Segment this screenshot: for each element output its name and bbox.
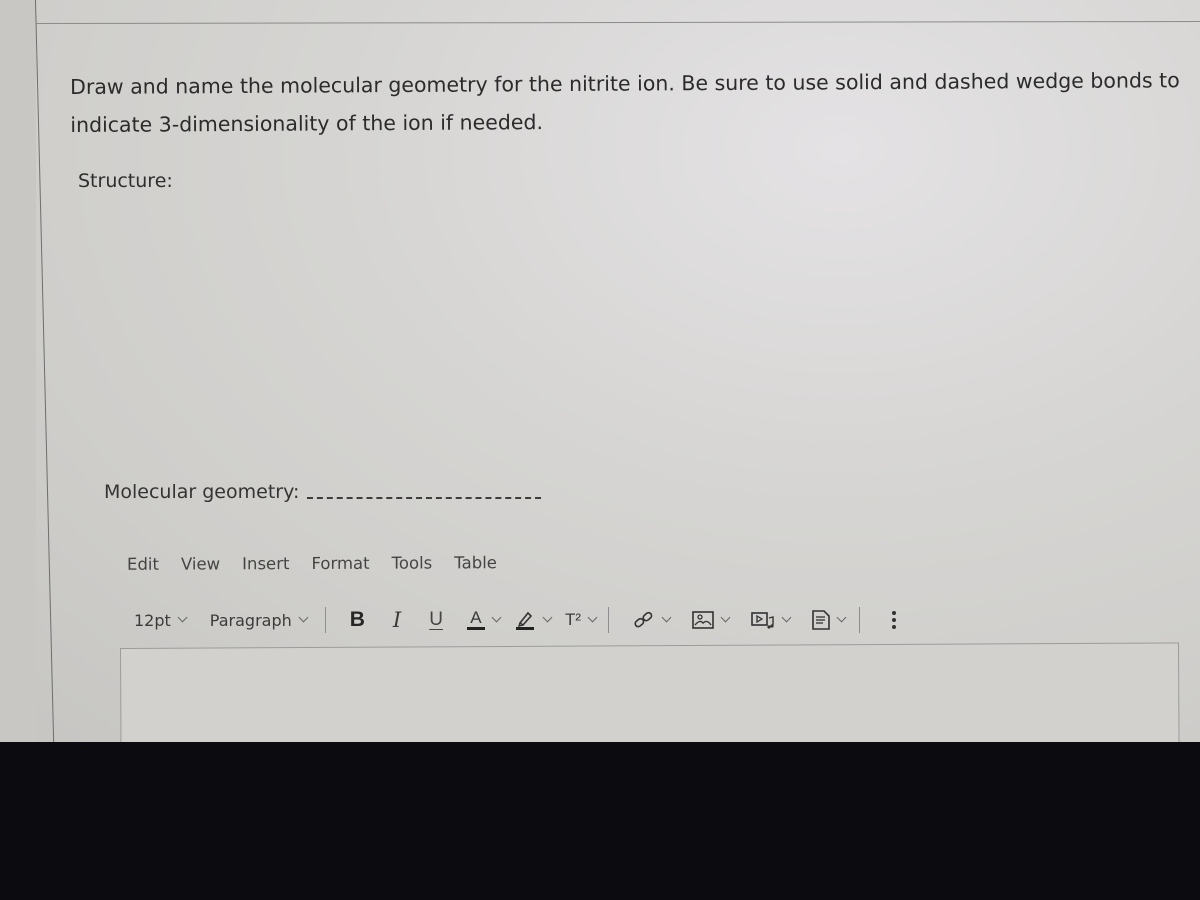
chevron-down-icon <box>720 612 731 623</box>
block-format-value: Paragraph <box>209 610 292 630</box>
chevron-down-icon <box>491 612 502 623</box>
more-options-dot <box>892 618 896 622</box>
editor-menubar: Edit View Insert Format Tools Table <box>127 553 497 574</box>
chevron-down-icon <box>836 612 847 623</box>
chevron-down-icon <box>587 612 598 623</box>
image-button[interactable] <box>692 610 731 630</box>
underline-button[interactable]: U <box>429 609 443 631</box>
menu-edit[interactable]: Edit <box>127 555 159 574</box>
text-color-glyph: A <box>470 607 482 627</box>
answer-blank <box>307 497 542 499</box>
superscript-icon: T² <box>564 610 581 629</box>
more-options-icon <box>892 611 896 615</box>
italic-button[interactable]: I <box>393 608 401 632</box>
text-color-button[interactable]: A <box>466 607 502 630</box>
more-options-dot <box>892 625 896 629</box>
toolbar-separator <box>859 607 860 633</box>
link-button[interactable] <box>633 609 672 631</box>
block-format-dropdown[interactable]: Paragraph <box>209 610 309 630</box>
structure-label: Structure: <box>78 170 173 192</box>
chevron-down-icon <box>781 612 792 623</box>
toolbar-separator <box>324 607 326 633</box>
document-button[interactable] <box>812 610 847 630</box>
media-icon <box>751 610 775 630</box>
link-icon <box>633 609 655 631</box>
chevron-down-icon <box>298 612 309 623</box>
highlighter-icon <box>514 609 536 631</box>
monitor-bezel <box>0 742 1200 900</box>
molecular-geometry-label: Molecular geometry: <box>104 481 300 503</box>
text-color-icon: A <box>466 607 485 630</box>
media-button[interactable] <box>751 610 792 630</box>
chevron-down-icon <box>542 612 553 623</box>
font-size-value: 12pt <box>134 610 171 630</box>
screen: Draw and name the molecular geometry for… <box>0 0 1200 742</box>
editor-toolbar: 12pt Paragraph B I U A T² <box>134 604 1184 636</box>
image-icon <box>692 610 714 630</box>
question-line-2: indicate 3-dimensionality of the ion if … <box>70 110 544 137</box>
chevron-down-icon <box>177 612 188 623</box>
text-color-swatch <box>466 626 485 630</box>
rich-text-editor-area[interactable] <box>120 642 1180 742</box>
chevron-down-icon <box>661 612 672 623</box>
page-left-margin <box>0 0 36 742</box>
highlight-color-button[interactable] <box>514 609 553 631</box>
menu-view[interactable]: View <box>181 554 220 573</box>
bold-button[interactable]: B <box>350 608 365 632</box>
toolbar-separator <box>608 607 609 633</box>
superscript-button[interactable]: T² <box>564 610 598 630</box>
question-line-1: Draw and name the molecular geometry for… <box>70 68 1180 99</box>
molecular-geometry-row: Molecular geometry: <box>104 481 542 503</box>
menu-tools[interactable]: Tools <box>392 553 433 572</box>
menu-format[interactable]: Format <box>311 554 369 573</box>
document-icon <box>812 610 830 630</box>
more-options-button[interactable] <box>892 611 896 629</box>
font-size-dropdown[interactable]: 12pt <box>134 610 188 630</box>
question-text: Draw and name the molecular geometry for… <box>70 61 1200 144</box>
menu-table[interactable]: Table <box>454 553 497 572</box>
menu-insert[interactable]: Insert <box>242 554 289 573</box>
